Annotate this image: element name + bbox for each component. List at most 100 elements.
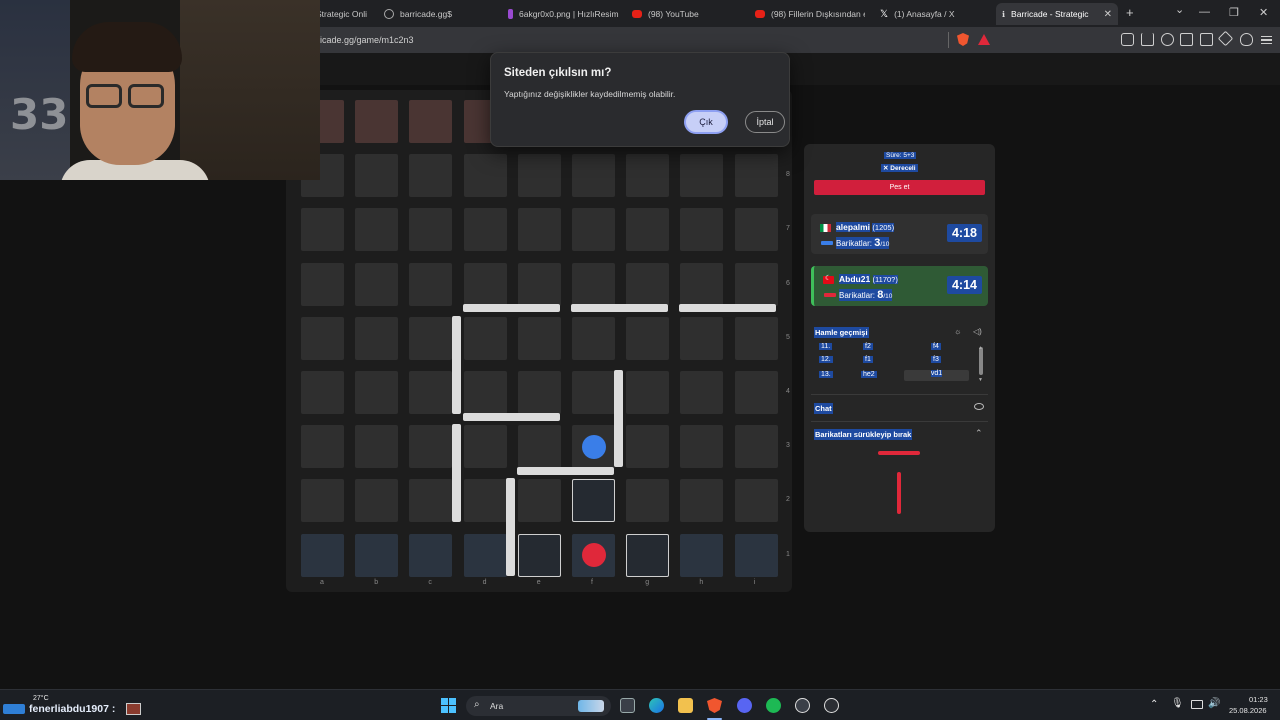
square-b2[interactable] [355,479,399,523]
square-h6[interactable] [680,262,724,306]
square-c1[interactable] [409,533,453,577]
square-h1[interactable] [680,533,724,577]
vertical-barricade-piece[interactable] [897,472,901,514]
square-b3[interactable] [355,425,399,469]
square-d3[interactable] [463,425,507,469]
cancel-button[interactable]: İptal [745,111,785,133]
square-h3[interactable] [680,425,724,469]
square-d4[interactable] [463,371,507,414]
steam-icon[interactable] [795,698,810,713]
tab-barricade-active[interactable]: ℹ Barricade - Strategic ✕ [996,3,1118,25]
tab-search-icon[interactable]: ⌄ [1175,3,1184,16]
square-g2[interactable] [626,479,670,523]
square-a6[interactable] [301,262,344,306]
leave-button[interactable]: Çık [684,110,728,134]
square-e8[interactable] [517,154,561,198]
square-c5[interactable] [409,316,453,360]
move-black[interactable]: f4 [931,343,941,350]
square-e5[interactable] [517,316,561,360]
download-icon[interactable] [1141,33,1154,46]
square-b4[interactable] [355,371,399,414]
square-h2[interactable] [680,479,724,523]
wallet-icon[interactable] [1200,33,1213,46]
music-icon[interactable] [1161,33,1174,46]
square-d7[interactable] [463,208,507,252]
square-f5[interactable] [572,316,615,360]
square-f8[interactable] [572,154,615,198]
square-g7[interactable] [626,208,670,252]
square-c8[interactable] [409,154,453,198]
square-a7[interactable] [301,208,344,252]
move-black[interactable]: f3 [931,356,941,363]
network-icon[interactable] [1191,700,1203,709]
square-d6[interactable] [463,262,507,306]
square-h5[interactable] [680,316,724,360]
square-d1[interactable] [463,533,507,577]
square-a2[interactable] [301,479,344,523]
move-white[interactable]: f2 [863,343,873,350]
maximize-button[interactable]: ❐ [1229,6,1239,19]
tab-close-icon[interactable]: ✕ [1104,9,1112,20]
pawn-alepalmi[interactable] [581,434,606,459]
microphone-icon[interactable]: 🎙 [1171,698,1184,709]
square-f6[interactable] [572,262,615,306]
menu-icon[interactable] [1261,36,1272,44]
sound-icon[interactable]: ◁) [973,327,982,336]
square-c7[interactable] [409,208,453,252]
square-h8[interactable] [680,154,724,198]
square-c4[interactable] [409,371,453,414]
leo-ai-icon[interactable] [1217,30,1234,47]
square-a4[interactable] [301,371,344,414]
square-i1[interactable] [734,533,778,577]
sidebar-icon[interactable] [1180,33,1193,46]
square-g5[interactable] [626,316,670,360]
square-f7[interactable] [572,208,615,252]
square-i5[interactable] [734,316,778,360]
brave-icon[interactable] [707,698,722,713]
close-window-button[interactable]: ✕ [1259,6,1268,19]
square-h4[interactable] [680,371,724,414]
square-g1[interactable] [626,533,670,577]
square-b7[interactable] [355,208,399,252]
move-black-current[interactable]: vd1 [904,370,969,381]
scroll-down-icon[interactable]: ▼ [978,377,983,383]
chat-title[interactable]: Chat [814,403,833,414]
square-i4[interactable] [734,371,778,414]
brave-shield-icon[interactable] [957,33,969,46]
goal-square-c[interactable] [409,100,453,143]
square-e3[interactable] [517,425,561,469]
square-g8[interactable] [626,154,670,198]
resign-button[interactable]: Pes et [814,180,985,195]
square-i3[interactable] [734,425,778,469]
square-a5[interactable] [301,316,344,360]
tab-youtube-2[interactable]: (98) Fillerin Dışkısından e [755,3,865,25]
square-c2[interactable] [409,479,453,523]
square-e4[interactable] [517,371,561,414]
square-h7[interactable] [680,208,724,252]
vpn-shield-icon[interactable] [1240,33,1253,46]
scroll-up-icon[interactable]: ▲ [978,345,983,351]
square-g4[interactable] [626,371,670,414]
clock-time[interactable]: 01:23 [1249,695,1268,704]
square-e7[interactable] [517,208,561,252]
square-e2[interactable] [517,479,561,523]
square-e1[interactable] [517,533,561,577]
settings-icon[interactable]: ☼ [954,327,961,336]
eye-off-icon[interactable] [974,403,984,410]
task-view-icon[interactable] [620,698,635,713]
square-f2[interactable] [572,479,615,523]
tab-strategic[interactable]: Strategic Onli [316,3,372,25]
weather-temp[interactable]: 27°C [33,695,49,702]
minimize-button[interactable]: — [1199,6,1210,18]
volume-icon[interactable]: 🔊 [1208,698,1220,709]
square-e6[interactable] [517,262,561,306]
extensions-icon[interactable] [1121,33,1134,46]
move-white[interactable]: he2 [861,371,877,378]
square-g3[interactable] [626,425,670,469]
taskbar-search[interactable]: ⌕ Ara [466,696,611,716]
square-a1[interactable] [301,533,344,577]
square-g6[interactable] [626,262,670,306]
horizontal-barricade-piece[interactable] [878,451,920,455]
goal-square-b[interactable] [355,100,399,143]
tab-x[interactable]: 𝕏 (1) Anasayfa / X [880,3,990,25]
